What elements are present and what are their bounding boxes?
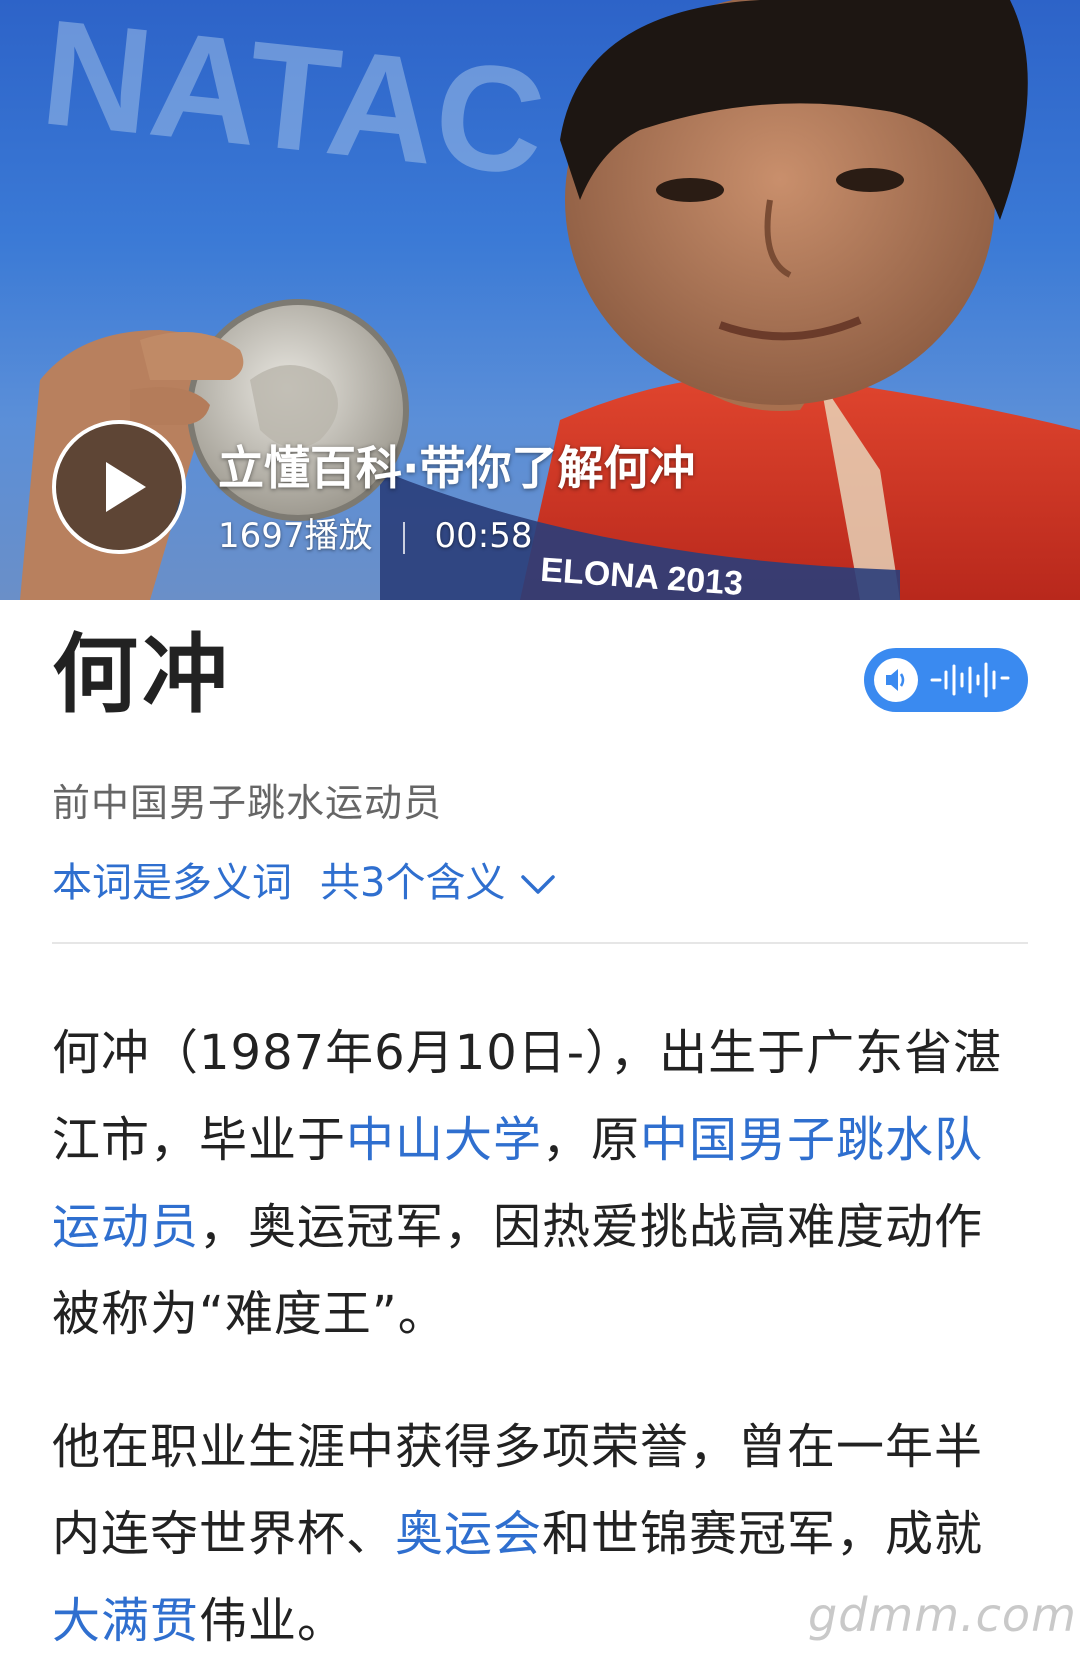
- divider: [52, 942, 1028, 944]
- video-duration: 00:58: [434, 516, 533, 556]
- polysemy-label: 本词是多义词: [52, 860, 292, 906]
- play-count: 1697播放: [218, 516, 373, 556]
- polysemy-row: 本词是多义词 共3个含义: [52, 850, 557, 908]
- meta-separator: [402, 521, 405, 554]
- video-banner[interactable]: NATAC ELONA 2013 立懂百科·带你了解何冲 1697播放 00:5…: [0, 0, 1080, 600]
- watermark: gdmm.com: [808, 1588, 1077, 1642]
- play-button[interactable]: [52, 420, 186, 554]
- para2-text-2: 和世锦赛冠军，成就: [542, 1506, 984, 1562]
- play-icon: [106, 462, 146, 512]
- link-grand-slam[interactable]: 大满贯: [52, 1593, 199, 1649]
- video-title[interactable]: 立懂百科·带你了解何冲: [218, 432, 695, 498]
- backdrop-text: NATAC: [35, 0, 552, 207]
- video-title-suffix: ·带你了解何冲: [402, 441, 696, 495]
- meanings-label: 共3个含义: [320, 860, 506, 906]
- video-brand: 立懂百科: [218, 441, 402, 495]
- para2-text-3: 伟业。: [199, 1593, 347, 1649]
- speaker-waveform-icon: [874, 658, 1010, 702]
- audio-pronunciation-button[interactable]: [864, 648, 1028, 712]
- video-meta: 1697播放 00:58: [218, 508, 533, 557]
- entry-description: 前中国男子跳水运动员: [52, 781, 443, 825]
- para1-text-2: ，原: [542, 1112, 641, 1168]
- link-olympics[interactable]: 奥运会: [395, 1506, 542, 1562]
- link-sun-yat-sen-university[interactable]: 中山大学: [346, 1112, 542, 1168]
- meanings-dropdown[interactable]: 共3个含义: [320, 860, 557, 906]
- summary-paragraph-1: 何冲（1987年6月10日-），出生于广东省湛江市，毕业于中山大学，原中国男子跳…: [52, 1010, 1028, 1358]
- entry-title: 何冲: [52, 625, 232, 725]
- chevron-down-icon: [521, 875, 556, 894]
